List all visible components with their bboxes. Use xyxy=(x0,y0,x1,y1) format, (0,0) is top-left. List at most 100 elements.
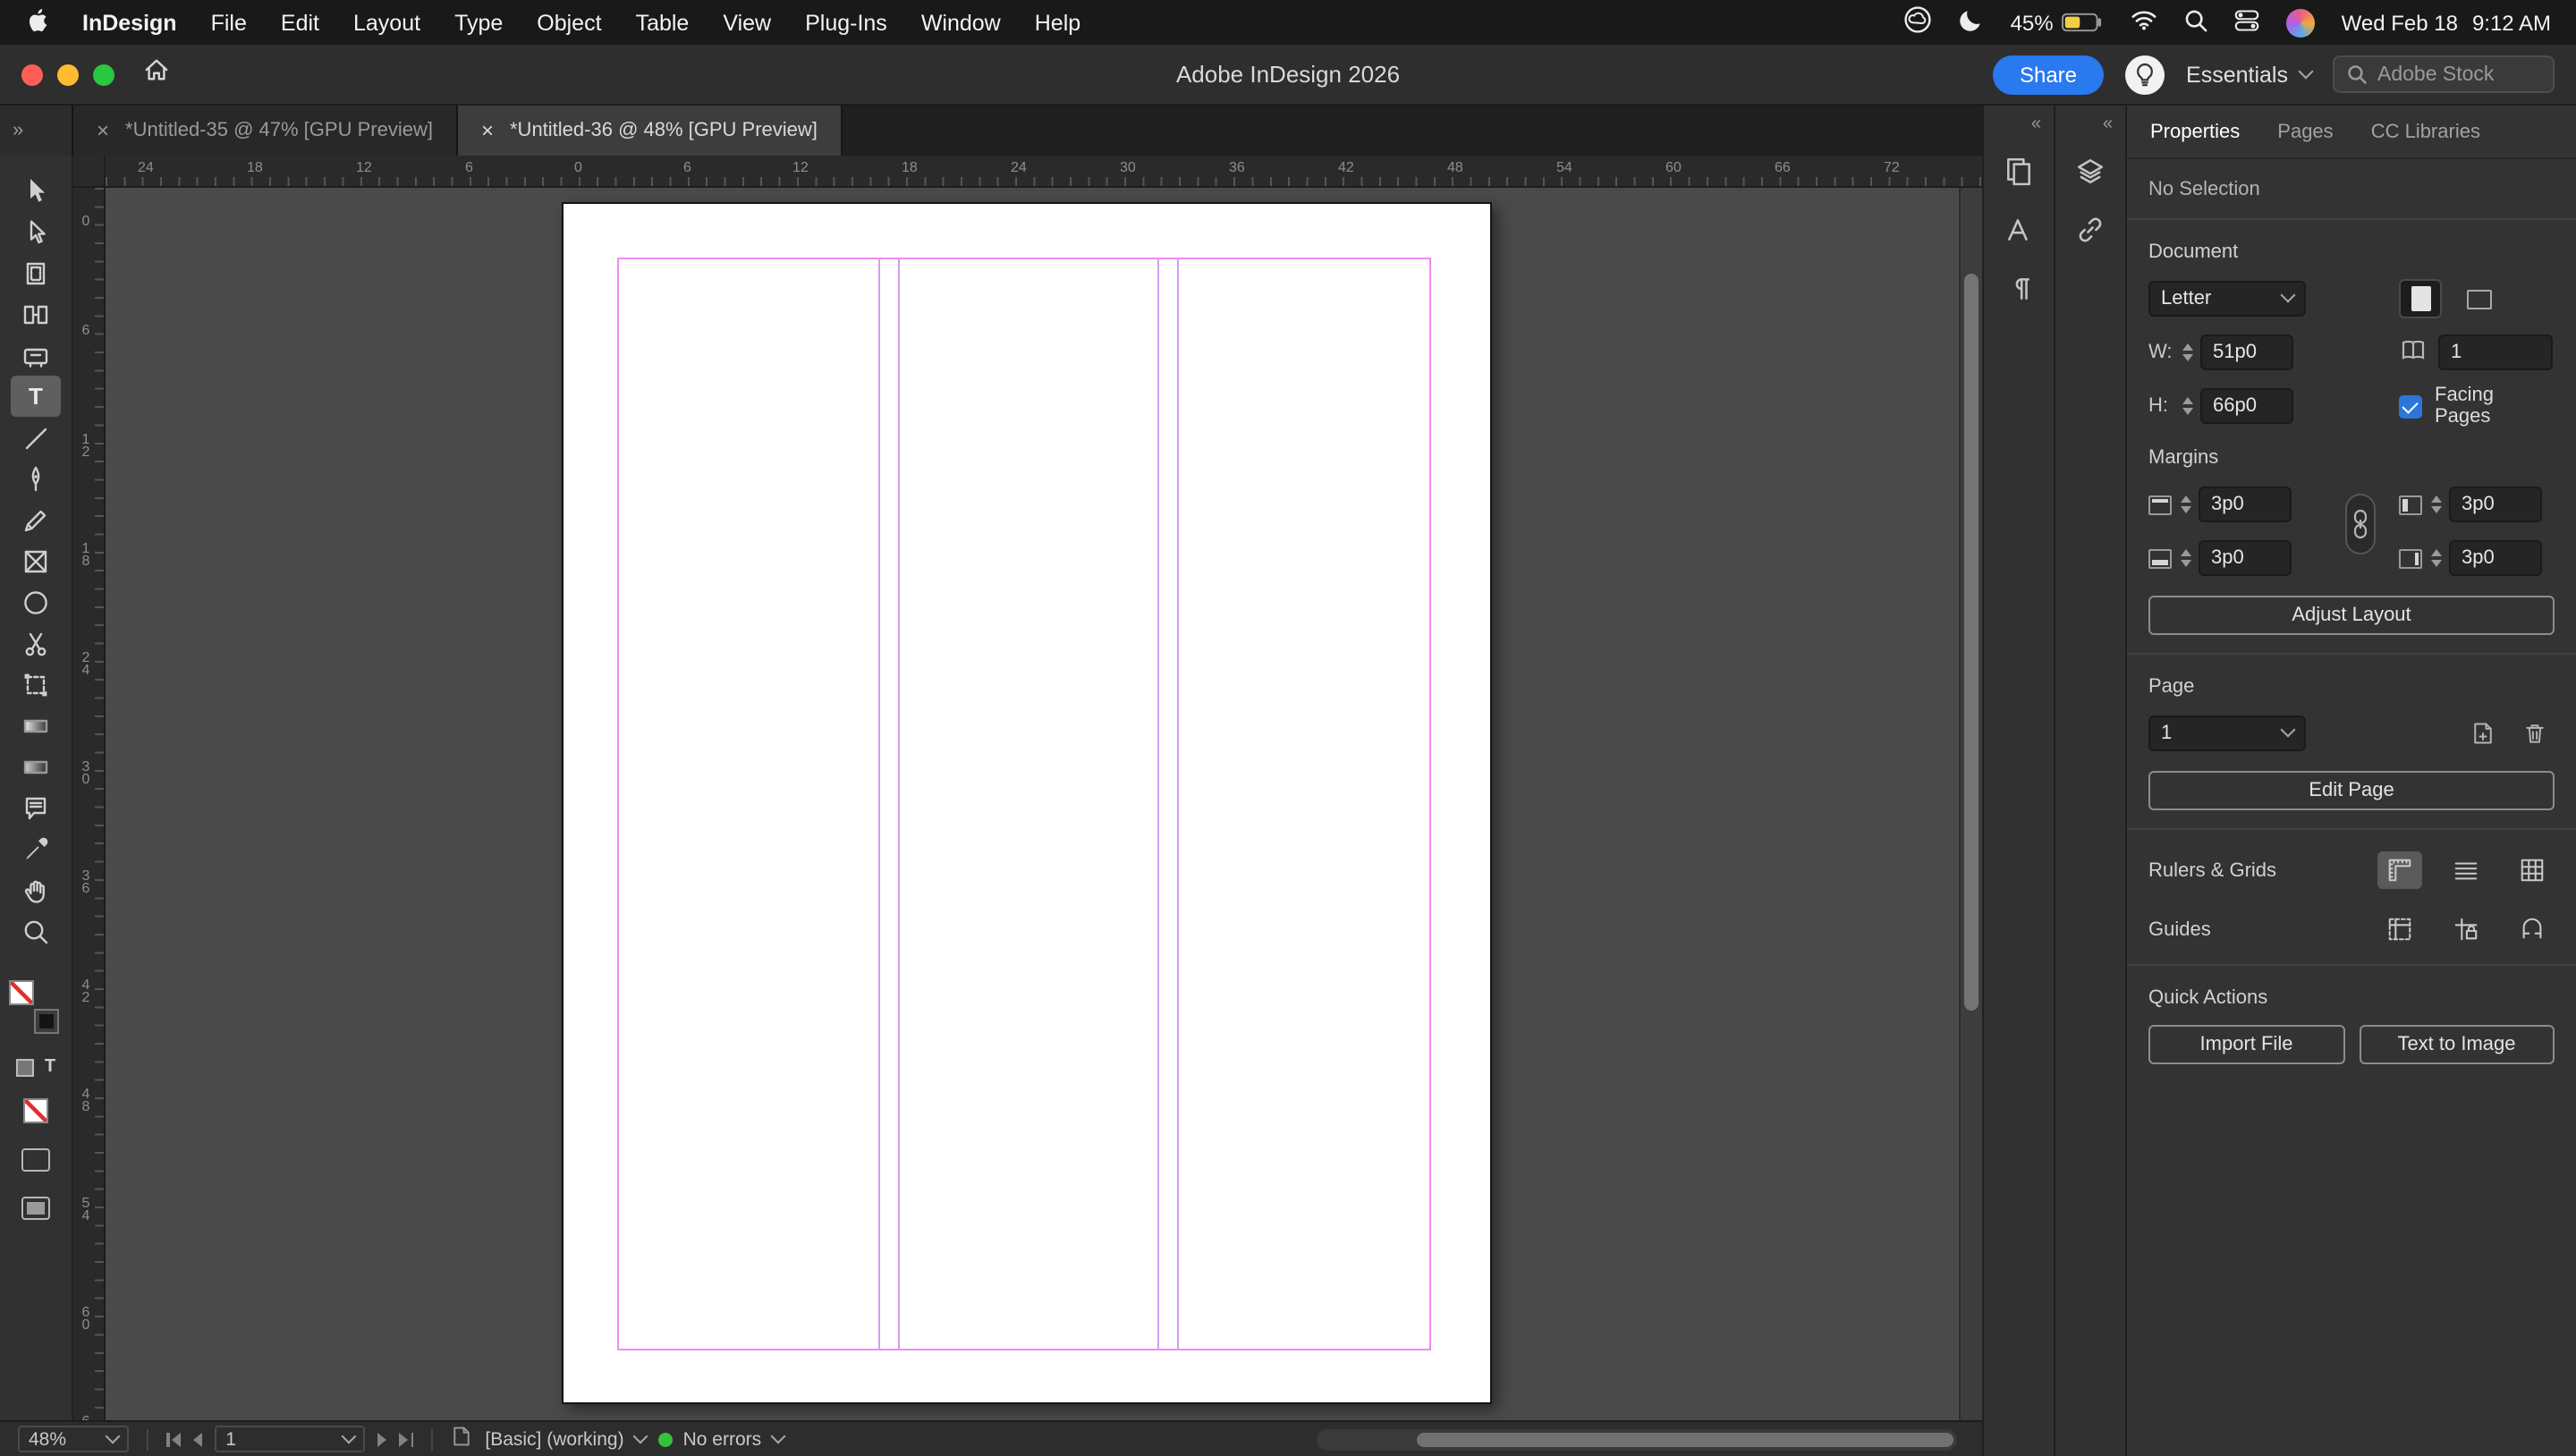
close-tab-icon[interactable]: × xyxy=(481,118,494,143)
spotlight-search-icon[interactable] xyxy=(2184,8,2207,37)
ellipse-tool[interactable] xyxy=(11,581,61,622)
preflight-profile-select[interactable]: [Basic] (working) xyxy=(485,1427,648,1450)
home-icon[interactable] xyxy=(143,57,170,91)
menu-type[interactable]: Type xyxy=(454,10,503,35)
landscape-orientation-button[interactable] xyxy=(2458,279,2501,318)
normal-view-mode-button[interactable] xyxy=(21,1148,50,1172)
right-margin-stepper[interactable] xyxy=(2431,549,2442,567)
menu-file[interactable]: File xyxy=(211,10,247,35)
selection-tool[interactable] xyxy=(11,170,61,211)
tab-cc-libraries[interactable]: CC Libraries xyxy=(2371,121,2480,142)
facing-pages-checkbox[interactable] xyxy=(2399,394,2422,418)
baseline-grid-button[interactable] xyxy=(2444,851,2488,889)
tab-pages[interactable]: Pages xyxy=(2277,121,2333,142)
previous-page-button[interactable] xyxy=(193,1432,203,1446)
edit-page-button[interactable]: Edit Page xyxy=(2148,771,2555,810)
menu-plugins[interactable]: Plug-Ins xyxy=(805,10,887,35)
smart-guides-button[interactable] xyxy=(2510,910,2555,948)
menu-view[interactable]: View xyxy=(723,10,771,35)
document-page[interactable] xyxy=(562,202,1492,1404)
links-panel-button[interactable] xyxy=(2067,206,2114,252)
zoom-tool[interactable] xyxy=(11,910,61,952)
stroke-swatch[interactable] xyxy=(34,1009,59,1034)
show-rulers-button[interactable] xyxy=(2377,851,2422,889)
pencil-tool[interactable] xyxy=(11,499,61,540)
line-tool[interactable] xyxy=(11,417,61,458)
apply-none-button[interactable] xyxy=(23,1098,48,1123)
control-center-icon[interactable] xyxy=(2234,8,2259,37)
page-count-input[interactable]: 1 xyxy=(2438,334,2553,370)
eyedropper-tool[interactable] xyxy=(11,828,61,869)
left-margin-stepper[interactable] xyxy=(2431,495,2442,513)
formatting-affects-text-icon[interactable]: T xyxy=(45,1058,55,1077)
page-number-input[interactable]: 1 xyxy=(215,1426,366,1452)
scissors-tool[interactable] xyxy=(11,622,61,664)
document-tab-untitled-35[interactable]: × *Untitled-35 @ 47% [GPU Preview] xyxy=(73,106,458,156)
vertical-scrollbar[interactable] xyxy=(1959,188,1982,1420)
link-margins-toggle[interactable] xyxy=(2345,494,2376,554)
current-page-select[interactable]: 1 xyxy=(2148,715,2306,751)
bottom-margin-stepper[interactable] xyxy=(2181,549,2191,567)
bottom-margin-input[interactable]: 3p0 xyxy=(2199,540,2292,576)
menu-object[interactable]: Object xyxy=(537,10,601,35)
gradient-feather-tool[interactable] xyxy=(11,746,61,787)
menu-bar-clock[interactable]: Wed Feb 18 9:12 AM xyxy=(2342,10,2551,35)
note-tool[interactable] xyxy=(11,787,61,828)
add-page-button[interactable] xyxy=(2463,715,2503,751)
text-to-image-button[interactable]: Text to Image xyxy=(2359,1025,2555,1064)
height-input[interactable]: 66p0 xyxy=(2200,388,2293,424)
top-margin-stepper[interactable] xyxy=(2181,495,2191,513)
free-transform-tool[interactable] xyxy=(11,664,61,705)
menu-window[interactable]: Window xyxy=(921,10,1001,35)
adobe-stock-search-input[interactable]: Adobe Stock xyxy=(2333,55,2555,93)
horizontal-scrollbar-thumb[interactable] xyxy=(1417,1432,1953,1446)
zoom-level-select[interactable]: 48% xyxy=(18,1426,129,1452)
top-margin-input[interactable]: 3p0 xyxy=(2199,487,2292,522)
formatting-affects-container-icon[interactable] xyxy=(15,1059,34,1077)
close-window-button[interactable] xyxy=(21,63,43,85)
preview-mode-button[interactable] xyxy=(21,1197,50,1220)
fill-swatch[interactable] xyxy=(9,980,34,1005)
apple-menu-icon[interactable] xyxy=(25,6,48,38)
focus-moon-icon[interactable] xyxy=(1959,7,1984,38)
gradient-swatch-tool[interactable] xyxy=(11,705,61,746)
layers-panel-button[interactable] xyxy=(2067,147,2114,193)
menu-table[interactable]: Table xyxy=(636,10,690,35)
first-page-button[interactable] xyxy=(166,1432,182,1446)
pen-tool[interactable] xyxy=(11,458,61,499)
right-margin-input[interactable]: 3p0 xyxy=(2449,540,2542,576)
width-input[interactable]: 51p0 xyxy=(2200,334,2293,370)
workspace-switcher[interactable]: Essentials xyxy=(2186,62,2314,87)
document-grid-button[interactable] xyxy=(2510,851,2555,889)
user-avatar[interactable] xyxy=(2285,8,2315,37)
paragraph-styles-panel-button[interactable] xyxy=(1996,265,2042,311)
left-margin-input[interactable]: 3p0 xyxy=(2449,487,2542,522)
battery-status[interactable]: 45% xyxy=(2011,10,2104,35)
share-button[interactable]: Share xyxy=(1992,55,2105,94)
wifi-icon[interactable] xyxy=(2131,9,2157,36)
preflight-status-select[interactable]: No errors xyxy=(657,1427,785,1450)
expand-tools-panel-icon[interactable]: » xyxy=(13,120,23,141)
vertical-scrollbar-thumb[interactable] xyxy=(1964,274,1979,1011)
character-styles-panel-button[interactable] xyxy=(1996,206,2042,252)
height-stepper[interactable] xyxy=(2182,397,2193,415)
app-menu[interactable]: InDesign xyxy=(82,10,177,35)
last-page-button[interactable] xyxy=(399,1432,414,1446)
fill-stroke-controls[interactable] xyxy=(9,980,63,1034)
show-guides-button[interactable] xyxy=(2377,910,2422,948)
next-page-button[interactable] xyxy=(377,1432,387,1446)
direct-selection-tool[interactable] xyxy=(11,211,61,252)
page-size-select[interactable]: Letter xyxy=(2148,281,2306,317)
pasteboard-canvas[interactable] xyxy=(106,188,1982,1420)
portrait-orientation-button[interactable] xyxy=(2399,279,2442,318)
vertical-ruler[interactable]: 0 6 12 18 24 30 36 42 48 54 60 66 xyxy=(73,188,106,1420)
preflight-document-icon[interactable] xyxy=(451,1426,472,1452)
horizontal-scrollbar[interactable] xyxy=(1317,1428,1957,1450)
content-collector-tool[interactable] xyxy=(11,334,61,376)
pages-panel-button[interactable] xyxy=(1996,147,2042,193)
zoom-window-button[interactable] xyxy=(93,63,114,85)
close-tab-icon[interactable]: × xyxy=(97,118,109,143)
collapse-dock-icon[interactable]: « xyxy=(2103,114,2113,134)
rectangle-frame-tool[interactable] xyxy=(11,540,61,581)
type-tool[interactable]: T xyxy=(11,376,61,417)
